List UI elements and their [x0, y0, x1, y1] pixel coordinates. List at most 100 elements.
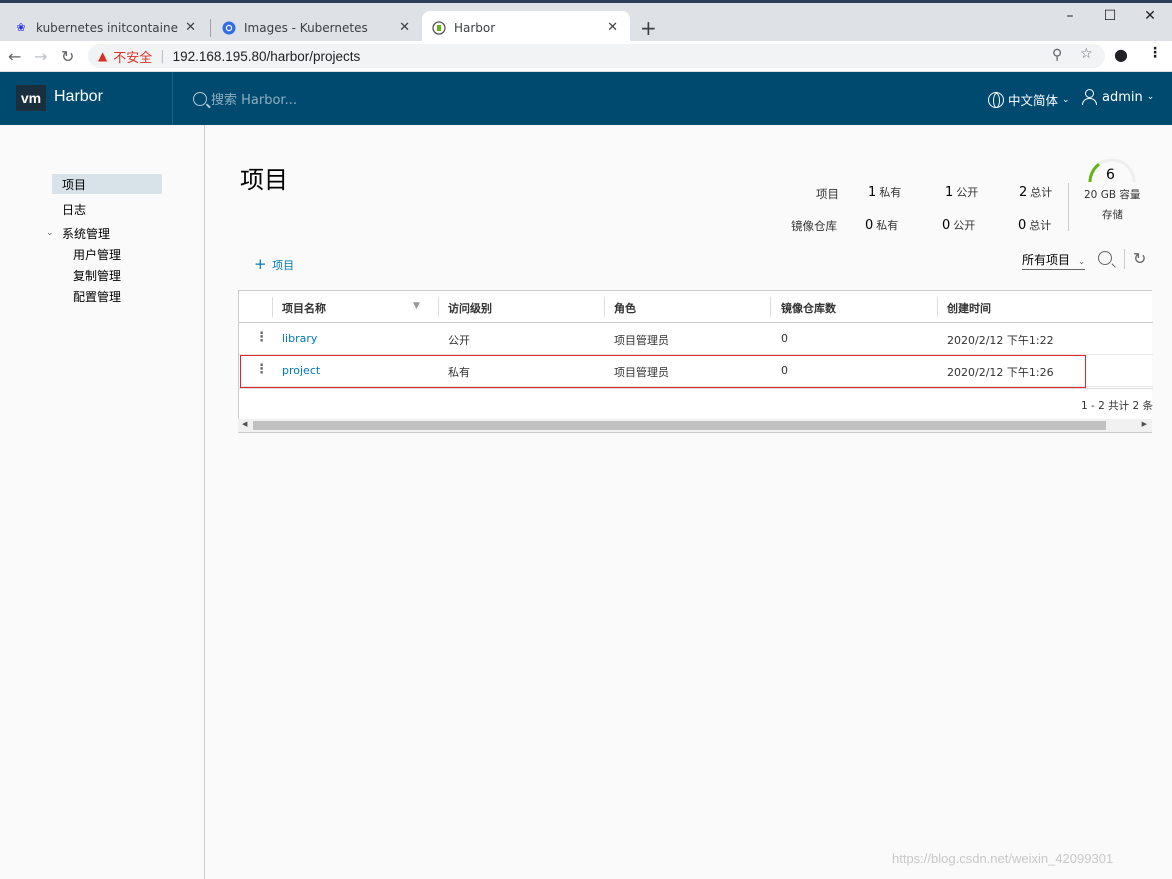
- sidebar-item-logs[interactable]: 日志: [62, 201, 86, 218]
- table-header: 项目名称 ▼ 访问级别 角色 镜像仓库数 创建时间: [239, 291, 1153, 323]
- kubernetes-icon: [222, 21, 236, 35]
- language-selector[interactable]: 中文简体 ⌄: [988, 90, 1070, 109]
- stat-unit: 公开: [956, 186, 979, 199]
- column-header-name[interactable]: 项目名称: [282, 300, 326, 316]
- browser-tab-kubernetes[interactable]: Images - Kubernetes ✕: [212, 11, 422, 44]
- tab-title: Harbor: [454, 20, 496, 35]
- sidebar-item-users[interactable]: 用户管理: [73, 246, 121, 263]
- stats-repos-label: 镜像仓库: [791, 219, 837, 233]
- column-divider: [937, 297, 938, 317]
- toolbar-divider: [1124, 249, 1125, 269]
- stat-repos-total: 0 总计: [1018, 217, 1051, 233]
- storage-label: 存储: [1102, 209, 1123, 221]
- globe-icon: [988, 91, 1004, 108]
- stat-unit: 私有: [876, 219, 899, 232]
- reload-icon[interactable]: ↻: [61, 47, 74, 66]
- stat-unit: 总计: [1029, 219, 1052, 232]
- scroll-left-arrow-icon[interactable]: ◀: [242, 420, 247, 428]
- profile-icon[interactable]: ●: [1114, 45, 1128, 64]
- row-actions-icon[interactable]: ⋮: [255, 362, 268, 377]
- horizontal-scrollbar[interactable]: ◀ ▶: [238, 419, 1152, 432]
- browser-tab-harbor[interactable]: Harbor ✕: [422, 11, 630, 44]
- watermark: https://blog.csdn.net/weixin_42099301: [892, 851, 1114, 866]
- username: admin: [1102, 89, 1143, 105]
- project-filter-select[interactable]: 所有项目 ⌄: [1022, 251, 1086, 270]
- address-toolbar: ← → ↻ ▲ 不安全 | 192.168.195.80/harbor/proj…: [0, 41, 1172, 72]
- stat-projects-total: 2 总计: [1019, 184, 1052, 200]
- project-name-link[interactable]: project: [282, 364, 320, 377]
- forward-arrow-icon[interactable]: →: [34, 47, 47, 66]
- table-row: ⋮ library 公开 项目管理员 0 2020/2/12 下午1:22: [239, 323, 1153, 355]
- sidebar-item-configuration[interactable]: 配置管理: [73, 288, 121, 305]
- stats-projects-label: 项目: [816, 187, 839, 201]
- creation-time: 2020/2/12 下午1:26: [947, 366, 1054, 379]
- column-divider: [438, 297, 439, 317]
- baidu-paw-icon: ❀: [16, 21, 26, 34]
- close-tab-icon[interactable]: ✕: [399, 20, 410, 35]
- table-row: ⋮ project 私有 项目管理员 0 2020/2/12 下午1:26: [239, 355, 1153, 387]
- projects-table: 项目名称 ▼ 访问级别 角色 镜像仓库数 创建时间 ⋮ library 公开 项…: [238, 290, 1153, 433]
- column-divider: [770, 297, 771, 317]
- storage-capacity: 20 GB 容量: [1084, 189, 1141, 201]
- chevron-down-icon: ⌄: [1062, 94, 1070, 105]
- bookmark-star-icon[interactable]: ☆: [1080, 46, 1093, 62]
- chevron-down-icon[interactable]: ⌄: [46, 228, 54, 238]
- sidebar-item-projects[interactable]: 项目: [62, 176, 86, 193]
- close-tab-icon[interactable]: ✕: [607, 20, 618, 35]
- url-bar[interactable]: ▲ 不安全 | 192.168.195.80/harbor/projects: [88, 44, 1105, 68]
- add-project-button[interactable]: + 项目: [254, 255, 294, 273]
- stat-unit: 公开: [953, 219, 976, 232]
- sidebar-item-administration[interactable]: 系统管理: [62, 225, 110, 242]
- repo-count: 0: [781, 364, 788, 377]
- stat-value: 1: [945, 185, 954, 200]
- filter-label: 所有项目: [1022, 253, 1071, 267]
- close-window-icon[interactable]: ✕: [1135, 8, 1165, 24]
- security-label[interactable]: 不安全: [113, 47, 152, 66]
- stat-repos-public: 0 公开: [942, 217, 975, 233]
- new-tab-button[interactable]: +: [640, 16, 657, 40]
- tab-title: Images - Kubernetes: [244, 20, 368, 35]
- filter-icon[interactable]: ▼: [413, 301, 420, 311]
- access-level: 公开: [448, 334, 470, 347]
- column-header-created[interactable]: 创建时间: [947, 300, 991, 316]
- stat-projects-public: 1 公开: [945, 184, 978, 200]
- app-brand[interactable]: Harbor: [54, 88, 103, 106]
- vmware-logo[interactable]: vm: [16, 85, 46, 111]
- role: 项目管理员: [614, 366, 669, 379]
- url-text[interactable]: 192.168.195.80/harbor/projects: [173, 49, 361, 64]
- sidebar-nav: 项目 日志 ⌄ 系统管理 用户管理 复制管理 配置管理: [0, 125, 205, 879]
- search-icon[interactable]: [1098, 251, 1112, 265]
- tab-divider: [210, 19, 211, 37]
- role: 项目管理员: [614, 334, 669, 347]
- stat-projects-private: 1 私有: [868, 184, 901, 200]
- scrollbar-thumb[interactable]: [253, 421, 1106, 430]
- storage-used: 6: [1106, 167, 1115, 183]
- url-divider: |: [160, 48, 165, 64]
- column-header-role[interactable]: 角色: [614, 300, 636, 316]
- kebab-menu-icon[interactable]: ⋮: [1148, 45, 1162, 61]
- user-menu[interactable]: admin ⌄: [1081, 89, 1154, 105]
- close-tab-icon[interactable]: ✕: [185, 20, 196, 35]
- project-name-link[interactable]: library: [282, 332, 317, 345]
- stat-value: 0: [1018, 218, 1027, 233]
- browser-tab-baidu[interactable]: ❀ kubernetes initcontainer_百度 ✕: [4, 11, 208, 44]
- minimize-icon[interactable]: –: [1055, 8, 1085, 24]
- scroll-right-arrow-icon[interactable]: ▶: [1142, 420, 1147, 428]
- stat-value: 0: [865, 218, 874, 233]
- maximize-icon[interactable]: ☐: [1095, 8, 1125, 24]
- chevron-down-icon: ⌄: [1146, 92, 1155, 102]
- column-header-repos[interactable]: 镜像仓库数: [781, 300, 836, 316]
- add-project-label: 项目: [272, 259, 295, 272]
- back-arrow-icon[interactable]: ←: [8, 47, 21, 66]
- global-search[interactable]: 搜索 Harbor...: [193, 89, 297, 108]
- refresh-icon[interactable]: ↻: [1133, 249, 1146, 268]
- stats-divider: [1068, 183, 1069, 231]
- sidebar-item-replications[interactable]: 复制管理: [73, 267, 121, 284]
- column-divider: [604, 297, 605, 317]
- search-placeholder[interactable]: 搜索 Harbor...: [211, 89, 297, 108]
- column-header-access[interactable]: 访问级别: [448, 300, 492, 316]
- row-actions-icon[interactable]: ⋮: [255, 330, 268, 345]
- table-footer: 1 - 2 共计 2 条: [239, 388, 1153, 420]
- stat-repos-private: 0 私有: [865, 217, 898, 233]
- key-icon[interactable]: ⚲: [1052, 47, 1062, 63]
